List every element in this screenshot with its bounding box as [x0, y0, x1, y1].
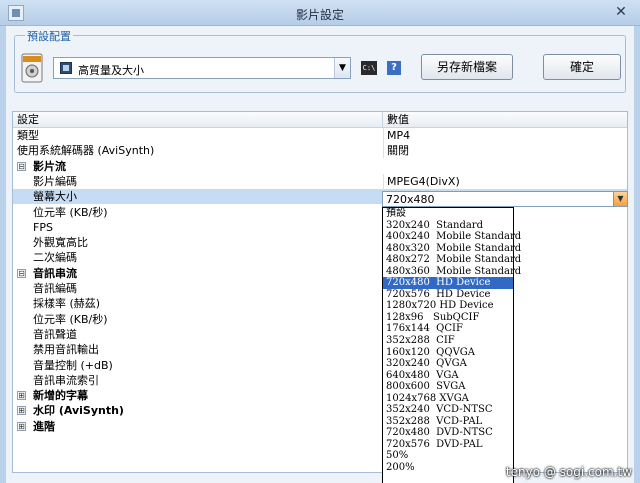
column-header-setting: 設定 [13, 112, 383, 128]
property-label: 音訊聲道 [33, 327, 77, 341]
window-title: 影片設定 [295, 8, 344, 22]
category-row[interactable]: ⊞ 進階 [13, 419, 627, 434]
resolution-option[interactable]: 400x240 Mobile Standard [383, 231, 521, 243]
property-row[interactable]: 影片編碼 MPEG4(DivX) [13, 173, 627, 189]
property-label: 音訊串流 [33, 266, 77, 280]
save-new-preset-button[interactable]: 另存新檔案 [421, 54, 513, 80]
mp4-file-icon [21, 53, 43, 83]
resolution-option[interactable]: 320x240 Standard [383, 220, 513, 232]
property-label: 音訊編碼 [33, 282, 77, 295]
resolution-option[interactable]: 預設 [383, 208, 513, 220]
resolution-dropdown-list[interactable]: 預設 320x240 Standard 400x240 Mobile Standar… [382, 207, 521, 483]
chevron-down-icon[interactable]: ▼ [613, 192, 627, 206]
film-icon [60, 62, 72, 74]
property-row[interactable]: 禁用音訊輸出 [13, 342, 627, 358]
property-label: FPS [33, 220, 53, 234]
resolution-option[interactable]: 480x272 Mobile Standard [383, 254, 521, 266]
property-value: MP4 [387, 129, 411, 142]
resolution-option[interactable]: 720x480 DVD-NTSC [383, 427, 513, 439]
property-label: 禁用音訊輸出 [33, 343, 99, 357]
resolution-current-value: 720x480 [386, 193, 435, 206]
resolution-option[interactable]: 352x240 VCD-NTSC [383, 404, 513, 416]
property-label: 位元率 (KB/秒) [33, 312, 108, 326]
resolution-option[interactable]: 200% [383, 462, 513, 474]
property-row[interactable]: 採樣率 (赫茲) [13, 296, 627, 312]
resolution-option[interactable]: 352x288 VCD-PAL [383, 416, 513, 428]
property-label: 進階 [33, 419, 55, 433]
resolution-option[interactable]: 50% [383, 450, 513, 462]
command-line-icon[interactable]: C:\ [361, 61, 377, 75]
property-row[interactable]: 音量控制 (+dB) [13, 357, 627, 373]
collapse-icon[interactable]: ⊟ [17, 161, 26, 171]
property-row[interactable]: 音訊編碼 [13, 281, 627, 296]
property-label: 類型 [17, 129, 39, 142]
property-label: 螢幕大小 [33, 190, 77, 204]
column-divider [383, 143, 384, 159]
property-label: 外觀寬高比 [33, 236, 88, 250]
property-label: 採樣率 (赫茲) [33, 297, 101, 311]
expand-icon[interactable]: ⊞ [17, 391, 26, 401]
property-row[interactable]: 二次編碼 [13, 250, 627, 266]
column-divider [383, 128, 384, 143]
resolution-option[interactable]: 720x480 HD Device [383, 277, 513, 289]
resolution-option[interactable]: 720x576 DVD-PAL [383, 439, 513, 451]
collapse-icon[interactable]: ⊟ [17, 268, 26, 278]
property-row[interactable]: 位元率 (KB/秒) [13, 311, 627, 327]
preset-selected-value: 高質量及大小 [78, 64, 144, 77]
property-row[interactable]: 類型 MP4 [13, 128, 627, 143]
property-label: 使用系統解碼器 (AviSynth) [17, 144, 155, 158]
expand-icon[interactable]: ⊞ [17, 406, 26, 416]
category-row[interactable]: ⊞ 水印 (AviSynth) [13, 403, 627, 418]
category-row[interactable]: ⊟ 音訊串流 [13, 266, 627, 281]
resolution-option[interactable]: 176x144 QCIF [383, 323, 513, 335]
property-row[interactable]: 音訊串流索引 [13, 372, 627, 388]
property-label: 影片編碼 [33, 174, 77, 188]
category-row[interactable]: ⊞ 新增的字幕 [13, 388, 627, 403]
property-label: 位元率 (KB/秒) [33, 205, 108, 219]
resolution-option[interactable]: 128x96 SubQCIF [383, 312, 513, 324]
property-label: 音訊串流索引 [33, 373, 99, 387]
column-divider [383, 173, 384, 189]
property-label: 二次編碼 [33, 251, 77, 265]
property-row[interactable]: 外觀寬高比 [13, 235, 627, 251]
preset-group-legend: 預設配置 [25, 28, 73, 44]
property-value: 關閉 [387, 144, 409, 158]
property-row[interactable]: 使用系統解碼器 (AviSynth) 關閉 [13, 143, 627, 159]
preset-select[interactable]: 高質量及大小 ▼ [53, 57, 351, 79]
resolution-option[interactable]: 720x576 HD Device [383, 289, 513, 301]
resolution-option[interactable]: 480x320 Mobile Standard [383, 243, 521, 255]
property-label: 水印 (AviSynth) [33, 404, 124, 418]
watermark: tenyo @ sogi.com.tw [505, 465, 632, 479]
resolution-option[interactable]: 160x120 QQVGA [383, 347, 513, 359]
resolution-option[interactable]: 480x360 Mobile Standard [383, 266, 521, 278]
resolution-option[interactable]: 640x480 VGA [383, 370, 513, 382]
resolution-combo[interactable]: 720x480 ▼ [382, 191, 628, 207]
column-header-value: 數值 [383, 112, 627, 128]
property-value: MPEG4(DivX) [387, 174, 460, 188]
close-button[interactable]: ✕ [612, 3, 630, 21]
title-bar: 影片設定 ✕ [0, 0, 640, 26]
category-row[interactable]: ⊟ 影片流 [13, 159, 627, 174]
property-label: 音量控制 (+dB) [33, 358, 113, 372]
expand-icon[interactable]: ⊞ [17, 421, 26, 431]
property-row[interactable]: 音訊聲道 [13, 326, 627, 342]
resolution-option[interactable]: 352x288 CIF [383, 335, 513, 347]
resolution-option[interactable]: 800x600 SVGA [383, 381, 513, 393]
property-label: 新增的字幕 [33, 389, 88, 403]
dialog-body: 預設配置 高質量及大小 ▼ C:\ ? 另存新檔案 確定 設定 數值 類型 MP4… [6, 26, 634, 483]
resolution-option[interactable]: 1280x720 HD Device [383, 300, 513, 312]
chevron-down-icon[interactable]: ▼ [334, 58, 350, 78]
property-row[interactable]: FPS [13, 219, 627, 235]
ok-button[interactable]: 確定 [543, 54, 621, 80]
help-icon[interactable]: ? [387, 61, 401, 75]
property-grid: 設定 數值 類型 MP4 使用系統解碼器 (AviSynth) 關閉 ⊟ 影片流 影片編碼 M… [12, 111, 628, 473]
resolution-option[interactable]: 320x240 QVGA [383, 358, 513, 370]
preset-group: 預設配置 高質量及大小 ▼ C:\ ? 另存新檔案 確定 [14, 28, 626, 93]
property-label: 影片流 [33, 159, 66, 173]
resolution-option[interactable]: 1024x768 XVGA [383, 393, 513, 405]
